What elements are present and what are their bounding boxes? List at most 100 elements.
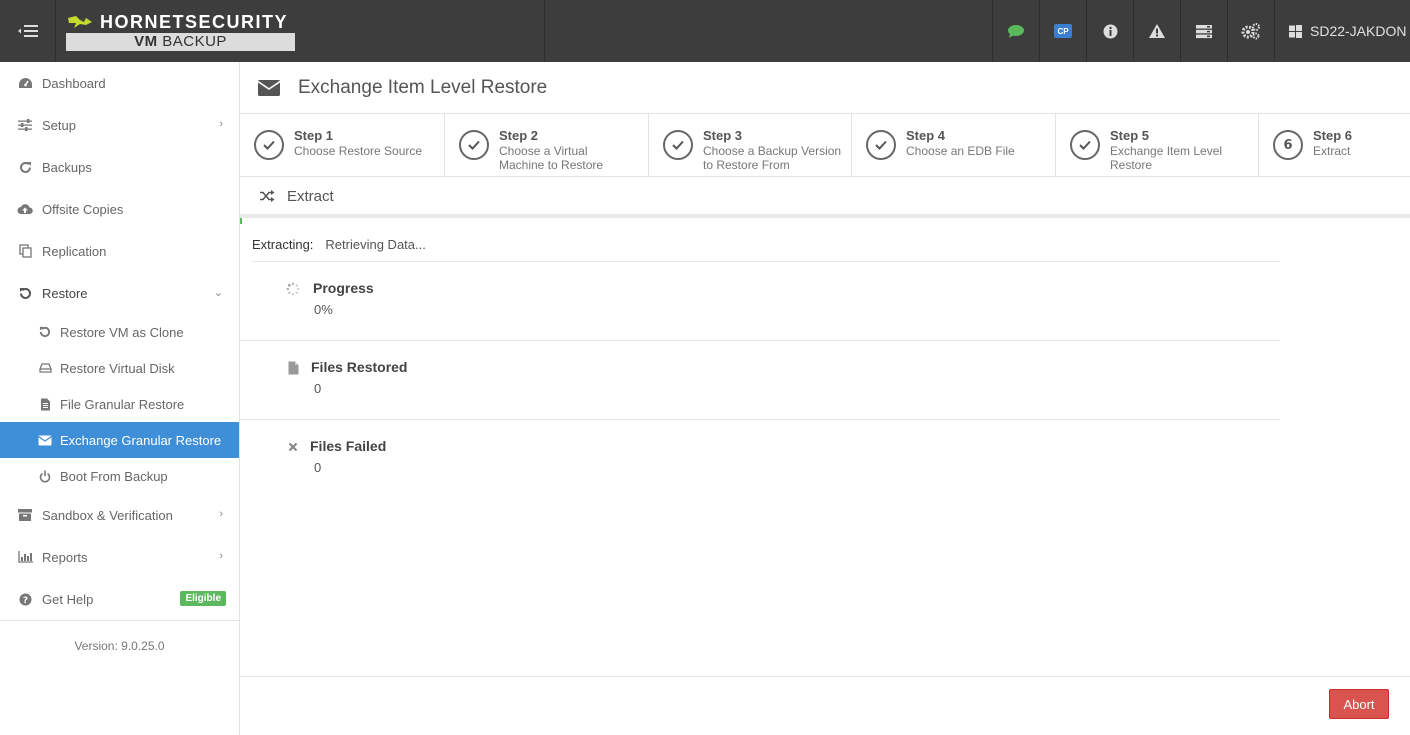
stat-value: 0 bbox=[314, 460, 322, 475]
sidebar-item-replication[interactable]: Replication bbox=[0, 230, 239, 272]
settings-button[interactable] bbox=[1227, 0, 1274, 62]
app-logo[interactable]: HORNETSECURITY VM BACKUP bbox=[66, 12, 295, 51]
menu-collapse-icon bbox=[17, 25, 38, 37]
stat-label: Progress bbox=[313, 280, 374, 296]
chevron-right-icon: › bbox=[219, 118, 223, 130]
sidebar-item-label: Replication bbox=[42, 243, 107, 259]
step-title: Step 4 bbox=[906, 128, 946, 143]
chevron-right-icon: › bbox=[219, 508, 223, 520]
sidebar-subitem-label: Exchange Granular Restore bbox=[60, 432, 222, 448]
step-1[interactable]: Step 1 Choose Restore Source bbox=[240, 114, 445, 177]
server-icon bbox=[1196, 24, 1212, 38]
step-5[interactable]: Step 5 Exchange Item Level Restore bbox=[1056, 114, 1259, 177]
abort-button[interactable]: Abort bbox=[1329, 689, 1389, 719]
step-title: Step 6 bbox=[1313, 128, 1353, 143]
archive-icon bbox=[17, 507, 33, 523]
sidebar-item-dashboard[interactable]: Dashboard bbox=[0, 62, 239, 104]
status-value: Retrieving Data... bbox=[325, 237, 426, 252]
step-3[interactable]: Step 3 Choose a Backup Version to Restore… bbox=[649, 114, 852, 177]
server-button[interactable] bbox=[1180, 0, 1227, 62]
stat-files-failed: Files Failed 0 bbox=[240, 420, 1280, 499]
sidebar-item-backups[interactable]: Backups bbox=[0, 146, 239, 188]
sidebar-subitem-boot-from-backup[interactable]: Boot From Backup bbox=[0, 458, 239, 494]
sidebar-subitem-label: Restore VM as Clone bbox=[60, 324, 184, 340]
dashboard-icon bbox=[17, 75, 33, 91]
sidebar-subitem-restore-virtual-disk[interactable]: Restore Virtual Disk bbox=[0, 350, 239, 386]
sliders-icon bbox=[17, 117, 33, 133]
warning-button[interactable] bbox=[1133, 0, 1180, 62]
sidebar-subitem-exchange-granular-restore[interactable]: Exchange Granular Restore bbox=[0, 422, 239, 458]
sidebar-item-label: Restore bbox=[42, 285, 88, 301]
menu-toggle-button[interactable] bbox=[0, 0, 56, 62]
undo-icon bbox=[38, 325, 52, 339]
stat-files-restored: Files Restored 0 bbox=[240, 341, 1280, 420]
hornet-logo-icon bbox=[68, 16, 92, 28]
user-name: SD22-JAKDON bbox=[1310, 23, 1407, 39]
top-icon-bar: CP SD22-JAKDON bbox=[992, 0, 1410, 62]
step-title: Step 1 bbox=[294, 128, 334, 143]
stat-value: 0% bbox=[314, 302, 333, 317]
footer-divider bbox=[240, 676, 1410, 677]
stat-value: 0 bbox=[314, 381, 322, 396]
bar-chart-icon bbox=[17, 549, 33, 565]
sidebar-subitem-restore-vm-clone[interactable]: Restore VM as Clone bbox=[0, 314, 239, 350]
cp-button[interactable]: CP bbox=[1039, 0, 1086, 62]
sidebar-item-label: Backups bbox=[42, 159, 92, 175]
step-subtitle: Choose a Virtual Machine to Restore bbox=[499, 144, 604, 172]
shuffle-icon bbox=[260, 190, 275, 202]
step-subtitle: Extract bbox=[1313, 144, 1351, 158]
sidebar-item-get-help[interactable]: ? Get Help Eligible bbox=[0, 578, 239, 620]
extract-section-header: Extract bbox=[240, 178, 1410, 218]
sidebar-item-label: Reports bbox=[42, 549, 88, 565]
sidebar-subitem-label: Boot From Backup bbox=[60, 468, 168, 484]
warning-icon bbox=[1149, 24, 1165, 38]
chat-button[interactable] bbox=[992, 0, 1039, 62]
sidebar-item-label: Dashboard bbox=[42, 75, 106, 91]
hdd-icon bbox=[38, 361, 52, 375]
power-icon bbox=[38, 469, 52, 483]
sidebar-item-reports[interactable]: Reports › bbox=[0, 536, 239, 578]
main-content: Exchange Item Level Restore Step 1 Choose… bbox=[240, 62, 1410, 735]
section-title: Extract bbox=[287, 187, 334, 205]
chevron-down-icon: ⌄ bbox=[213, 287, 223, 299]
progress-bar bbox=[240, 218, 242, 224]
check-icon bbox=[663, 130, 693, 160]
chat-icon bbox=[1008, 24, 1024, 38]
logo-product-text: VM BACKUP bbox=[66, 33, 295, 51]
sidebar-item-restore[interactable]: Restore ⌄ bbox=[0, 272, 239, 314]
sidebar-item-setup[interactable]: Setup › bbox=[0, 104, 239, 146]
user-menu[interactable]: SD22-JAKDON bbox=[1274, 0, 1410, 62]
sidebar-item-offsite-copies[interactable]: Offsite Copies bbox=[0, 188, 239, 230]
sidebar-item-label: Setup bbox=[42, 117, 76, 133]
chevron-right-icon: › bbox=[219, 550, 223, 562]
stat-label: Files Restored bbox=[311, 359, 408, 375]
sidebar-item-label: Sandbox & Verification bbox=[42, 507, 173, 523]
status-row: Extracting: Retrieving Data... bbox=[252, 228, 1280, 262]
sidebar-item-sandbox-verification[interactable]: Sandbox & Verification › bbox=[0, 494, 239, 536]
spinner-icon bbox=[286, 282, 300, 296]
logo-brand-text: HORNETSECURITY bbox=[100, 12, 289, 32]
svg-text:?: ? bbox=[22, 596, 27, 606]
eligible-badge: Eligible bbox=[180, 591, 226, 606]
check-icon bbox=[254, 130, 284, 160]
envelope-icon bbox=[38, 433, 52, 447]
step-title: Step 5 bbox=[1110, 128, 1150, 143]
sidebar-subitem-file-granular-restore[interactable]: File Granular Restore bbox=[0, 386, 239, 422]
top-divider bbox=[544, 0, 545, 62]
step-subtitle: Choose Restore Source bbox=[294, 144, 423, 158]
step-2[interactable]: Step 2 Choose a Virtual Machine to Restor… bbox=[445, 114, 649, 177]
stat-progress: Progress 0% bbox=[240, 262, 1280, 341]
sidebar-item-label: Offsite Copies bbox=[42, 201, 124, 217]
refresh-icon bbox=[17, 159, 33, 175]
info-button[interactable] bbox=[1086, 0, 1133, 62]
windows-icon bbox=[1289, 24, 1302, 38]
question-circle-icon: ? bbox=[17, 591, 33, 607]
step-4[interactable]: Step 4 Choose an EDB File bbox=[852, 114, 1056, 177]
copy-icon bbox=[17, 243, 33, 259]
check-icon bbox=[1070, 130, 1100, 160]
sidebar: Dashboard Setup › Backups Offsite Copies… bbox=[0, 62, 240, 735]
sidebar-item-label: Get Help bbox=[42, 591, 94, 607]
step-title: Step 2 bbox=[499, 128, 539, 143]
step-6[interactable]: 6 Step 6 Extract bbox=[1259, 114, 1410, 177]
check-icon bbox=[459, 130, 489, 160]
